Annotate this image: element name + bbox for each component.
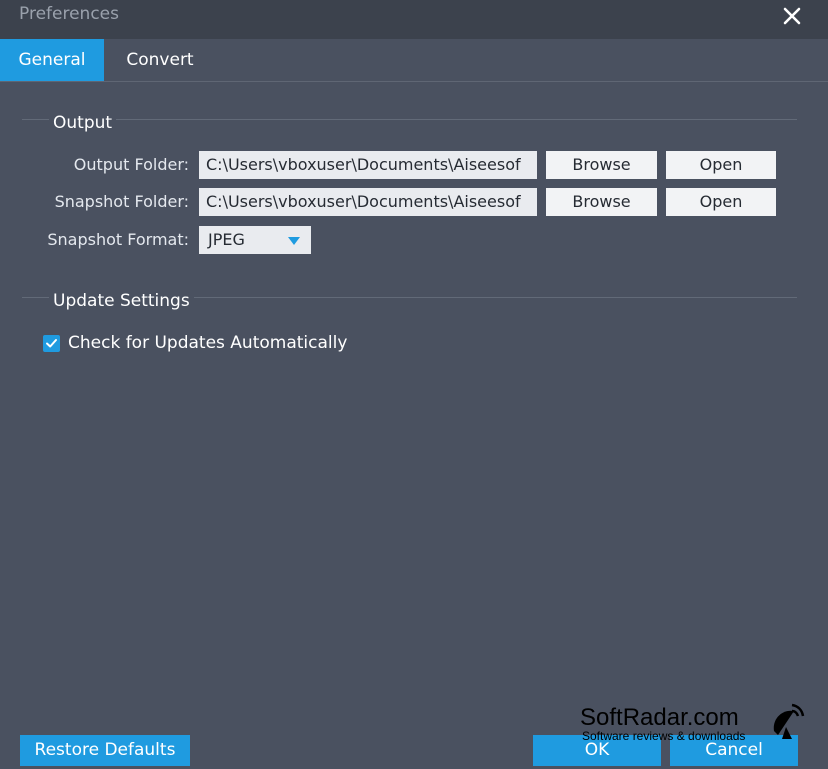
checkmark-icon <box>46 339 57 348</box>
snapshot-open-button[interactable]: Open <box>666 188 776 216</box>
close-icon[interactable] <box>778 2 806 30</box>
window-title: Preferences <box>19 4 119 24</box>
restore-defaults-button[interactable]: Restore Defaults <box>20 735 190 766</box>
snapshot-format-value: JPEG <box>208 230 245 249</box>
output-section-title: Output <box>49 113 117 133</box>
watermark-subtitle: Software reviews & downloads <box>582 729 746 743</box>
snapshot-folder-field[interactable]: C:\Users\vboxuser\Documents\Aiseesof <box>199 188 537 216</box>
title-bar: Preferences <box>0 0 828 39</box>
snapshot-format-label: Snapshot Format: <box>47 230 189 249</box>
snapshot-format-select[interactable]: JPEG <box>199 226 311 254</box>
tab-convert[interactable]: Convert <box>104 39 216 81</box>
auto-update-checkbox[interactable] <box>43 335 60 352</box>
output-browse-button[interactable]: Browse <box>546 151 657 179</box>
auto-update-label[interactable]: Check for Updates Automatically <box>68 333 347 353</box>
tab-general[interactable]: General <box>0 39 104 81</box>
chevron-down-icon <box>288 237 300 245</box>
update-section-title: Update Settings <box>49 291 194 311</box>
output-section-divider <box>22 119 797 120</box>
watermark: SoftRadar.com Software reviews & downloa… <box>578 703 808 747</box>
snapshot-folder-label: Snapshot Folder: <box>54 192 189 211</box>
tab-bar: General Convert <box>0 39 828 82</box>
output-open-button[interactable]: Open <box>666 151 776 179</box>
output-folder-label: Output Folder: <box>73 155 189 174</box>
snapshot-browse-button[interactable]: Browse <box>546 188 657 216</box>
output-folder-field[interactable]: C:\Users\vboxuser\Documents\Aiseesof <box>199 151 537 179</box>
satellite-dish-icon <box>773 703 805 739</box>
